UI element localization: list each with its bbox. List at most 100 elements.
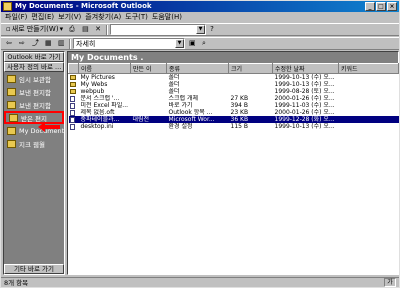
menu-view[interactable]: 보기(V) [58,12,81,23]
row-icon-cell [69,102,79,109]
view-icon: ▥ [58,39,65,47]
folder-title: My Documents . [68,52,398,63]
row-icon-cell [69,81,79,88]
cell-keywords [339,109,399,116]
cell-type: 폴더 [168,74,180,81]
col-icon[interactable] [68,63,79,74]
print-button[interactable]: ⎙ [67,24,78,35]
folder-icon [69,89,76,94]
table-row[interactable]: My Webs 폴더 1999-10-13 (수) 오... [69,81,399,88]
help-icon: ? [210,25,214,33]
maximize-button[interactable]: □ [376,2,386,11]
cell-author [131,123,167,130]
find-button[interactable]: ⌕ [200,38,211,49]
cell-keywords [338,116,399,123]
outlook-bar: Outlook 바로 가기 사용자 정의 바로 ... 임시 보관함 보낸 편지… [3,51,65,275]
up-one-level-button[interactable]: ⤴ [30,38,41,49]
cell-keywords [339,102,399,109]
new-button[interactable]: ▫ 새로 만들기(W) ▾ [4,24,65,35]
file-list-pane: My Documents . 이름 만든 이 종류 크기 수정한 날짜 키워드 … [67,51,399,275]
find-contact-combo[interactable]: ▼ [110,24,207,35]
cell-keywords [339,95,399,102]
delete-button[interactable]: ✕ [93,24,104,35]
cell-author [131,102,167,109]
other-shortcuts-button[interactable]: 기타 바로 가기 [4,264,64,274]
move-to-folder-button[interactable]: ▤ [80,24,91,35]
folder-up-icon: ⤴ [32,39,39,47]
outlook-app-icon[interactable] [3,2,12,11]
shortcut-label: 받은 편지 [21,114,47,123]
col-name[interactable]: 이름 [78,63,131,74]
document-icon [69,95,75,102]
shortcut-sent[interactable]: 보낸 편지함 [4,85,64,98]
title-bar[interactable]: My Documents - Microsoft Outlook _ □ × [1,1,399,12]
shortcut-web[interactable]: 지크 웹월 [4,137,64,150]
col-modified[interactable]: 수정한 날짜 [272,63,339,74]
minimize-button[interactable]: _ [365,2,375,11]
row-icon-cell [69,109,79,116]
cell-size [229,81,273,88]
menu-file[interactable]: 파일(F) [5,12,27,23]
toolbar-separator [69,38,71,49]
custom-shortcuts-group[interactable]: 사용자 정의 바로 ... [4,62,64,72]
menu-edit[interactable]: 편집(E) [31,12,54,23]
close-button[interactable]: × [387,2,397,11]
cell-size: 115 B [230,123,248,130]
table-row[interactable]: 문서 스크랩 '... 스크랩 개체 27 KB 2000-01-26 (수) 오..… [69,95,399,102]
web-toolbar: ⇦ ⇨ ⤴ ▦ ▥ 자세히 ▼ ▣ ⌕ [1,37,399,50]
cell-author [131,81,167,88]
cell-modified: 1999-12-28 (화) 오... [272,116,339,123]
shortcut-drafts[interactable]: 임시 보관함 [4,72,64,85]
outlook-shortcuts-header[interactable]: Outlook 바로 가기 [4,52,64,62]
print-icon: ⎙ [69,25,75,33]
organize-button[interactable]: ▣ [187,38,198,49]
window-title: My Documents - Microsoft Outlook [15,2,152,10]
folder-list-button[interactable]: ▦ [43,38,54,49]
current-view-combo[interactable]: 자세히 ▼ [73,38,185,49]
col-type[interactable]: 종류 [166,63,229,74]
col-size[interactable]: 크기 [228,63,273,74]
find-icon: ⌕ [202,39,206,47]
document-icon [69,123,75,130]
table-row[interactable]: 제목 없음.oft Outlook 항목 ... 23 KB 2000-01-26 (… [69,109,399,116]
cell-keywords [339,88,399,95]
view-button[interactable]: ▥ [56,38,67,49]
row-icon-cell [69,74,79,82]
cell-author [131,95,167,102]
cell-size [229,88,273,95]
back-button[interactable]: ⇦ [4,38,15,49]
table-row[interactable]: 미전 Excel 파일... 바로 가기 394 B 1999-11-03 (수) 오… [69,102,399,109]
column-header-row: 이름 만든 이 종류 크기 수정한 날짜 키워드 [68,63,399,74]
table-row[interactable]: 중파테이블과... 대림전 Microsoft Wor... 36 KB 1999-12… [68,116,399,123]
cell-author [131,109,167,116]
row-icon-cell [69,123,79,130]
table-row[interactable]: My Pictures 폴더 1999-10-13 (수) 오... [69,74,399,82]
cell-keywords [339,123,399,130]
menu-tools[interactable]: 도구(T) [125,12,148,23]
col-author[interactable]: 만든 이 [130,63,167,74]
cell-author: 대림전 [130,116,167,123]
documents-folder-icon [7,126,16,135]
chevron-down-icon[interactable]: ▼ [196,25,206,34]
col-keywords[interactable]: 키워드 [338,63,399,74]
cell-type: 환경 설정 [168,123,193,130]
chevron-down-icon: ▾ [59,25,64,33]
cell-modified: 1999-10-13 (수) 오... [274,81,335,88]
ime-indicator: 가 [384,278,396,287]
forward-button[interactable]: ⇨ [17,38,28,49]
table-row[interactable]: desktop.ini 환경 설정 115 B 1999-10-13 (수) 오... [69,123,399,130]
shortcut-outbox[interactable]: 보낸 편지함 [4,98,64,111]
cell-modified: 1999-08-28 (토) 오... [274,88,335,95]
chevron-down-icon[interactable]: ▼ [175,39,184,48]
table-row[interactable]: webpub 폴더 1999-08-28 (토) 오... [69,88,399,95]
cell-keywords [339,74,399,82]
menu-favorites[interactable]: 즐겨찾기(A) [85,12,121,23]
cell-size: 27 KB [230,95,249,102]
row-icon-cell [69,88,79,95]
help-button[interactable]: ? [208,24,219,35]
menu-help[interactable]: 도움말(H) [152,12,182,23]
cell-name: My Pictures [80,74,115,81]
new-button-label: 새로 만들기(W) [11,25,59,33]
cell-type: 스크랩 개체 [168,95,199,102]
cell-modified: 2000-01-26 (수) 오... [274,95,335,102]
